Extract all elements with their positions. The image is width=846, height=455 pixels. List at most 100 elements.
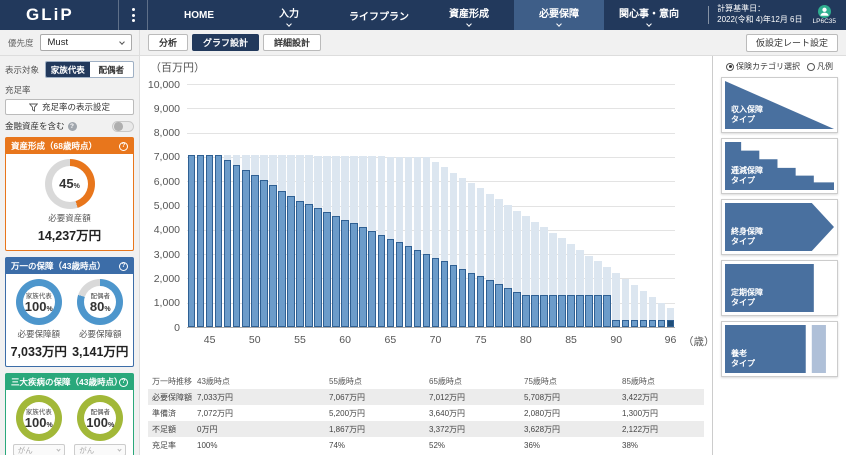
- bar-slot-age-74[interactable]: [467, 84, 476, 327]
- bar-slot-age-75[interactable]: [476, 84, 485, 327]
- bar-slot-age-70[interactable]: [431, 84, 440, 327]
- tab-detail-design[interactable]: 詳細設計: [263, 34, 321, 51]
- kebab-menu-icon[interactable]: [118, 0, 148, 30]
- bar-slot-age-86[interactable]: [576, 84, 585, 327]
- bar-slot-age-55[interactable]: [295, 84, 304, 327]
- bar-slot-age-66[interactable]: [395, 84, 404, 327]
- help-icon[interactable]: ?: [119, 262, 128, 271]
- bar-slot-age-62[interactable]: [359, 84, 368, 327]
- bar-slot-age-79[interactable]: [512, 84, 521, 327]
- bar-slot-age-53[interactable]: [277, 84, 286, 327]
- bar-slot-age-56[interactable]: [304, 84, 313, 327]
- radio-insurance-category-select[interactable]: 保険カテゴリ選択: [726, 61, 800, 72]
- tab-graph-design[interactable]: グラフ設計: [192, 34, 259, 51]
- bar-slot-age-94[interactable]: [648, 84, 657, 327]
- bar-slot-age-67[interactable]: [404, 84, 413, 327]
- include-financial-assets-toggle[interactable]: [112, 121, 134, 132]
- help-icon[interactable]: ?: [119, 142, 128, 151]
- prepared-bar-age-69: [423, 254, 431, 327]
- bar-slot-age-81[interactable]: [530, 84, 539, 327]
- bar-slot-age-60[interactable]: [341, 84, 350, 327]
- hypothetical-rate-settings-button[interactable]: 仮設定レート設定: [746, 34, 838, 52]
- bar-slot-age-51[interactable]: [259, 84, 268, 327]
- bar-slot-age-78[interactable]: [503, 84, 512, 327]
- bar-slot-age-46[interactable]: [214, 84, 223, 327]
- help-icon[interactable]: ?: [119, 378, 128, 387]
- bar-slot-age-87[interactable]: [585, 84, 594, 327]
- chevron-down-icon: [466, 21, 472, 27]
- bar-slot-age-77[interactable]: [494, 84, 503, 327]
- bar-slot-age-76[interactable]: [485, 84, 494, 327]
- sufficiency-display-settings-button[interactable]: 充足率の表示設定: [5, 99, 134, 115]
- radio-legend[interactable]: 凡例: [807, 61, 833, 72]
- bar-slot-age-93[interactable]: [639, 84, 648, 327]
- bar-slot-age-45[interactable]: [205, 84, 214, 327]
- target-option-spouse[interactable]: 配偶者: [90, 62, 134, 77]
- bar-slot-age-68[interactable]: [413, 84, 422, 327]
- target-option-family-representative[interactable]: 家族代表: [46, 62, 90, 77]
- table-cell: 3,372万円: [425, 421, 520, 437]
- table-row: 必要保障額7,033万円7,067万円7,012万円5,708万円3,422万円…: [148, 389, 704, 405]
- user-avatar[interactable]: LP6C35: [813, 5, 837, 26]
- bar-slot-age-88[interactable]: [594, 84, 603, 327]
- person-icon: [818, 5, 831, 18]
- bar-slot-age-59[interactable]: [332, 84, 341, 327]
- priority-select[interactable]: Must: [40, 34, 132, 51]
- bar-slot-age-44[interactable]: [196, 84, 205, 327]
- cancer-select[interactable]: がん: [74, 444, 126, 455]
- bar-slot-age-58[interactable]: [323, 84, 332, 327]
- bar-slot-age-69[interactable]: [422, 84, 431, 327]
- bar-slot-age-65[interactable]: [386, 84, 395, 327]
- x-axis-tick-label: 85: [557, 334, 585, 346]
- y-axis-tick-label: 5,000: [140, 200, 180, 212]
- filter-icon: [29, 103, 38, 112]
- tab-analysis[interactable]: 分析: [148, 34, 188, 51]
- bar-slot-age-92[interactable]: [630, 84, 639, 327]
- bar-slot-age-50[interactable]: [250, 84, 259, 327]
- bar-slot-age-52[interactable]: [268, 84, 277, 327]
- category-card-decreasing-protection-type[interactable]: 逓減保障 タイプ: [721, 138, 838, 194]
- cancer-select[interactable]: がん: [13, 444, 65, 455]
- bar-slot-age-47[interactable]: [223, 84, 232, 327]
- bar-slot-age-91[interactable]: [621, 84, 630, 327]
- bar-slot-age-90[interactable]: [612, 84, 621, 327]
- nav-item-required-coverage[interactable]: 必要保障: [514, 0, 604, 30]
- help-icon[interactable]: ?: [68, 122, 77, 131]
- bar-slot-age-57[interactable]: [314, 84, 323, 327]
- bar-slot-age-72[interactable]: [449, 84, 458, 327]
- bar-slot-age-96[interactable]: [666, 84, 675, 327]
- user-id: LP6C35: [813, 18, 837, 26]
- table-cell: 7,067万円: [325, 389, 425, 405]
- nav-item-interests[interactable]: 関心事・意向: [604, 0, 694, 30]
- bar-slot-age-80[interactable]: [521, 84, 530, 327]
- category-card-income-protection-type[interactable]: 収入保障 タイプ: [721, 77, 838, 133]
- table-row: 充足率100%74%52%36%38%39%: [148, 437, 704, 453]
- nav-item-home[interactable]: HOME: [154, 0, 244, 30]
- prepared-bar-age-60: [341, 220, 349, 327]
- category-card-endowment-type[interactable]: 養老 タイプ: [721, 321, 838, 377]
- bar-slot-age-61[interactable]: [350, 84, 359, 327]
- bar-slot-age-83[interactable]: [548, 84, 557, 327]
- bar-slot-age-73[interactable]: [458, 84, 467, 327]
- bar-slot-age-82[interactable]: [539, 84, 548, 327]
- bar-slot-age-71[interactable]: [440, 84, 449, 327]
- bar-slot-age-84[interactable]: [558, 84, 567, 327]
- bar-slot-age-63[interactable]: [368, 84, 377, 327]
- progress-ring: 45%: [45, 159, 95, 209]
- bar-slot-age-89[interactable]: [603, 84, 612, 327]
- bar-slot-age-48[interactable]: [232, 84, 241, 327]
- bar-slot-age-85[interactable]: [567, 84, 576, 327]
- display-target-row: 表示対象 家族代表配偶者: [5, 61, 134, 78]
- category-card-wholelife-protection-type[interactable]: 終身保障 タイプ: [721, 199, 838, 255]
- asset-formation-card: 資産形成（68歳時点）?45%必要資産額14,237万円: [5, 137, 134, 251]
- bar-slot-age-95[interactable]: [657, 84, 666, 327]
- bar-slot-age-43[interactable]: [187, 84, 196, 327]
- nav-item-asset-formation[interactable]: 資産形成: [424, 0, 514, 30]
- nav-item-lifeplan[interactable]: ライフプラン: [334, 0, 424, 30]
- bar-slot-age-64[interactable]: [377, 84, 386, 327]
- bar-slot-age-54[interactable]: [286, 84, 295, 327]
- nav-item-input[interactable]: 入力: [244, 0, 334, 30]
- bar-slot-age-49[interactable]: [241, 84, 250, 327]
- category-card-term-protection-type[interactable]: 定期保障 タイプ: [721, 260, 838, 316]
- prepared-bar-age-49: [242, 170, 250, 327]
